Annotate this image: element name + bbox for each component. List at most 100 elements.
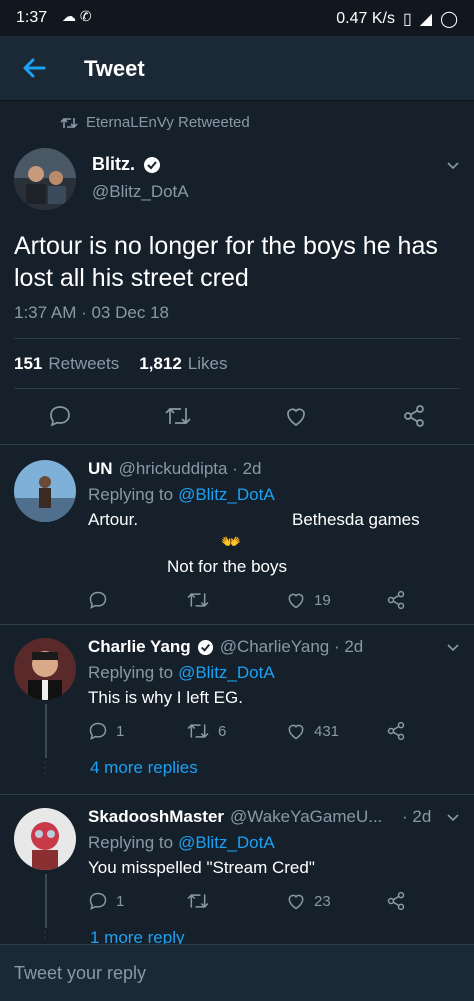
reply-1-text-line2: Not for the boys [167, 557, 288, 576]
reply-2-like[interactable]: 431 [286, 721, 339, 741]
reply-icon [89, 892, 107, 910]
retweet-count: 6 [218, 722, 227, 740]
reply-3-reply[interactable]: 1 [88, 891, 124, 911]
avatar-un[interactable] [14, 460, 76, 522]
retweet-icon [187, 724, 209, 738]
chevron-down-icon[interactable] [446, 810, 460, 824]
like-count: 19 [314, 591, 331, 609]
retweet-small-icon [60, 116, 78, 130]
notification-icons: ☁ ✆ [62, 8, 92, 24]
reply-1-name: UN [88, 459, 113, 478]
battery-icon: ◯ [440, 11, 458, 28]
reply-1-text-left: Artour. [88, 510, 139, 529]
back-arrow-icon[interactable] [20, 54, 48, 82]
thread-line [45, 874, 47, 928]
retweets-count[interactable]: 151 [14, 354, 42, 374]
main-author-handle[interactable]: @Blitz_DotA [92, 182, 189, 202]
thread-line [45, 704, 47, 758]
replying-prefix: Replying to [88, 485, 174, 504]
replying-to-link[interactable]: @Blitz_DotA [178, 663, 275, 683]
chevron-down-icon[interactable] [446, 640, 460, 654]
main-tweet-timestamp: 1:37 AM · 03 Dec 18 [14, 303, 169, 322]
like-heart-icon [288, 894, 304, 910]
reply-2-replying-to: Replying to @Blitz_DotA [88, 663, 275, 683]
divider [0, 624, 474, 625]
like-heart-icon [288, 724, 304, 740]
like-count: 431 [314, 722, 340, 740]
main-tweet-text: Artour is no longer for the boys he has … [14, 230, 438, 294]
retweet-icon[interactable] [186, 891, 210, 911]
retweet-icon[interactable] [164, 404, 192, 428]
reply-input-placeholder[interactable]: Tweet your reply [14, 963, 146, 984]
avatar-charlie[interactable] [14, 638, 76, 700]
replying-to-link[interactable]: @Blitz_DotA [178, 485, 275, 505]
verified-badge-icon [197, 639, 214, 656]
reply-1-emoji: 👐 [221, 534, 241, 551]
replying-prefix: Replying to [88, 833, 174, 852]
retweet-icon[interactable] [186, 590, 210, 610]
main-author[interactable]: Blitz. [92, 154, 161, 175]
thread-dots: · · · [43, 754, 47, 780]
likes-label[interactable]: Likes [188, 354, 228, 374]
main-tweet-line-1: Artour is no longer for the boys he has [14, 232, 438, 260]
reply-composer[interactable]: Tweet your reply [0, 944, 474, 1001]
top-bar: Tweet [0, 36, 474, 101]
share-icon[interactable] [386, 721, 406, 741]
thread-dots: · · [43, 924, 47, 944]
like-heart-icon [288, 593, 304, 609]
reply-count: 1 [116, 892, 125, 910]
share-icon[interactable] [402, 404, 426, 428]
reply-2-retweet[interactable]: 6 [186, 721, 226, 741]
share-icon[interactable] [386, 891, 406, 911]
likes-count[interactable]: 1,812 [139, 354, 182, 374]
reply-1-handle: @hrickuddipta · 2d [118, 459, 262, 478]
reply-icon[interactable] [48, 404, 72, 428]
reply-1-text-right: Bethesda games [292, 510, 420, 529]
like-count: 23 [314, 892, 331, 910]
reply-2-text: This is why I left EG. [88, 688, 243, 707]
chevron-down-icon[interactable] [446, 158, 460, 172]
reply-3-header[interactable]: SkadooshMaster @WakeYaGameU... [88, 807, 382, 827]
vibrate-icon: ▯ [402, 11, 412, 28]
divider [14, 338, 460, 339]
reply-3-time: · 2d [402, 807, 432, 826]
main-tweet-line-2: lost all his street cred [14, 264, 249, 292]
reply-2-reply[interactable]: 1 [88, 721, 124, 741]
reply-3-replying-to: Replying to @Blitz_DotA [88, 833, 275, 853]
reply-icon [89, 722, 107, 740]
replying-prefix: Replying to [88, 663, 174, 682]
divider [0, 444, 474, 445]
retweeted-by[interactable]: EternaLEnVy Retweeted [60, 114, 250, 131]
divider [14, 388, 460, 389]
reply-1-replying-to: Replying to @Blitz_DotA [88, 485, 275, 505]
main-author-name: Blitz. [92, 154, 135, 174]
like-heart-icon[interactable] [284, 404, 308, 428]
verified-badge-icon [143, 156, 161, 174]
reply-3-like[interactable]: 23 [286, 891, 331, 911]
reply-1-header[interactable]: UN @hrickuddipta · 2d [88, 459, 262, 479]
avatar-skadoosh[interactable] [14, 808, 76, 870]
reply-3-name: SkadooshMaster [88, 807, 225, 826]
reply-count: 1 [116, 722, 125, 740]
reply-3-text: You misspelled "Stream Cred" [88, 858, 315, 877]
reply-2-header[interactable]: Charlie Yang @CharlieYang · 2d [88, 637, 363, 657]
reply-2-name: Charlie Yang [88, 637, 191, 656]
network-speed: 0.47 K/s [336, 10, 395, 27]
engagement-stats: 151 Retweets 1,812 Likes [14, 354, 227, 374]
page-title: Tweet [84, 56, 145, 81]
more-replies-link[interactable]: 4 more replies [90, 758, 198, 778]
retweeted-by-label: EternaLEnVy Retweeted [86, 114, 250, 131]
share-icon[interactable] [386, 590, 406, 610]
divider [0, 794, 474, 795]
reply-2-handle: @CharlieYang · 2d [219, 637, 364, 656]
reply-icon[interactable] [88, 590, 108, 610]
signal-icon: ◢ [419, 11, 433, 28]
reply-3-handle: @WakeYaGameU... [230, 807, 383, 826]
avatar-blitz[interactable] [14, 148, 76, 210]
retweets-label[interactable]: Retweets [48, 354, 119, 374]
replying-to-link[interactable]: @Blitz_DotA [178, 833, 275, 853]
status-bar: 1:37 ☁ ✆ 0.47 K/s ▯ ◢ ◯ [0, 0, 474, 36]
reply-1-like[interactable]: 19 [286, 590, 331, 610]
status-time: 1:37 [16, 9, 48, 26]
status-right: 0.47 K/s ▯ ◢ ◯ [336, 9, 458, 29]
